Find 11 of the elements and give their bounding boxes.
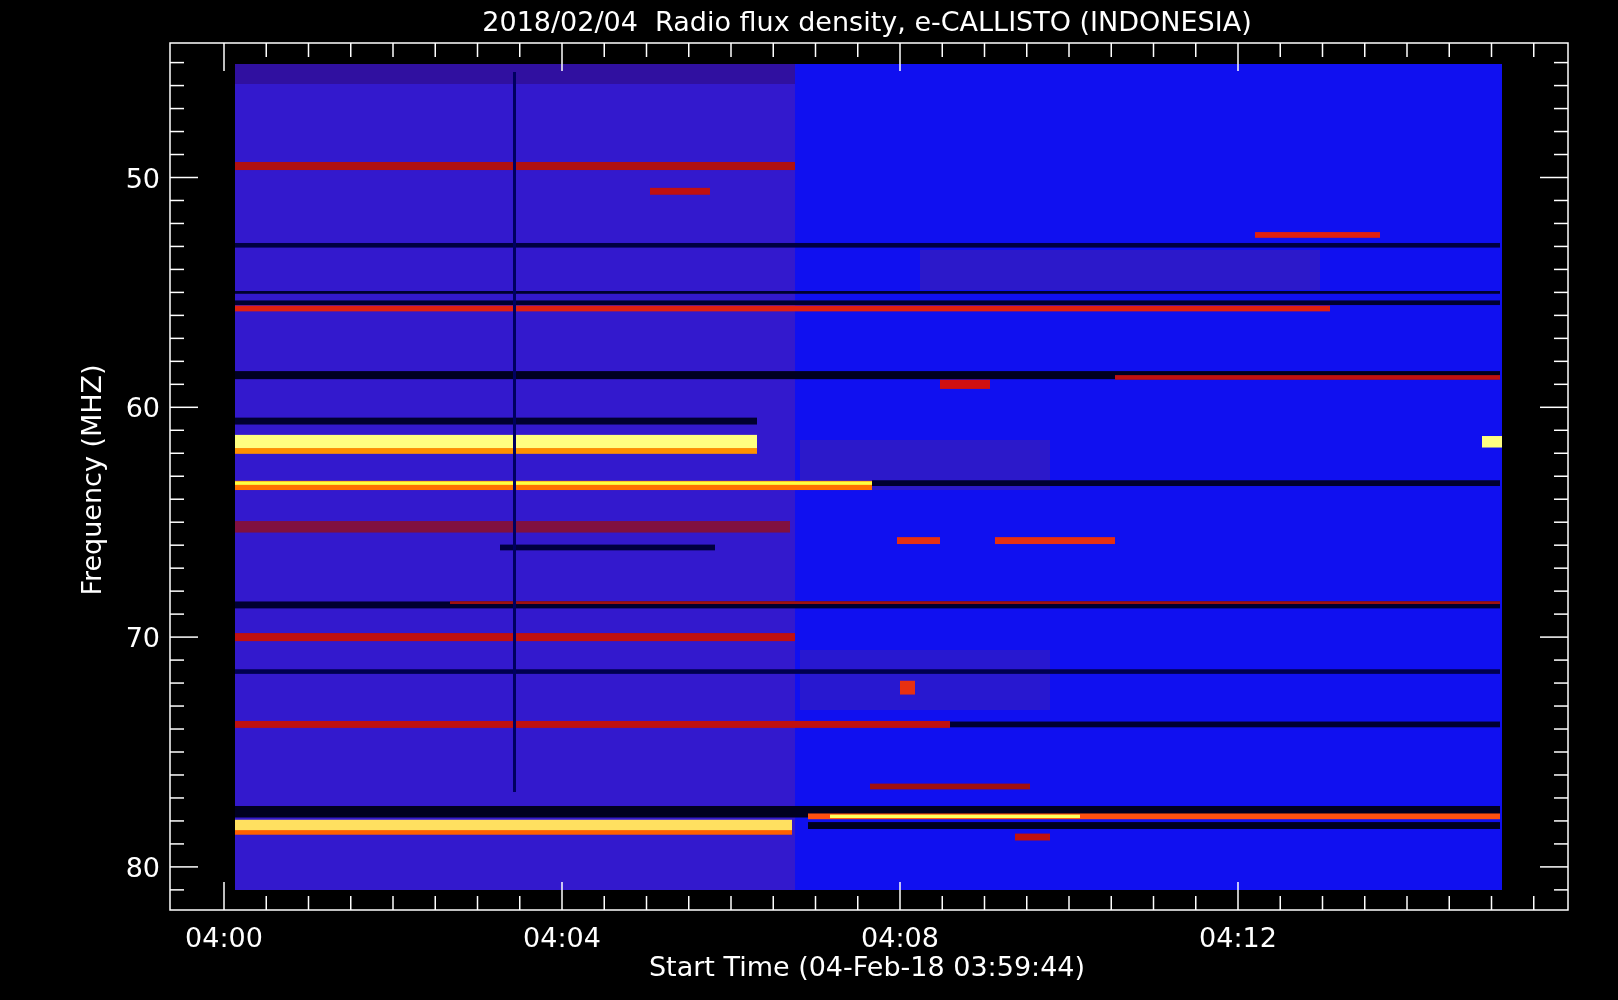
x-tick-label: 04:04 [523, 922, 601, 953]
x-tick-label: 04:12 [1199, 922, 1277, 953]
y-tick-label: 50 [125, 162, 160, 194]
y-tick-label: 60 [125, 392, 160, 424]
y-axis-label: Frequency (MHZ) [76, 364, 107, 596]
chart-title: 2018/02/04 Radio flux density, e-CALLISTO (INDONESIA) [482, 6, 1252, 37]
x-tick-label: 04:08 [861, 922, 939, 953]
x-axis-label: Start Time (04-Feb-18 03:59:44) [648, 951, 1086, 982]
y-tick-label: 80 [125, 851, 160, 883]
x-tick-label: 04:00 [185, 922, 263, 953]
y-tick-label: 70 [125, 622, 160, 654]
